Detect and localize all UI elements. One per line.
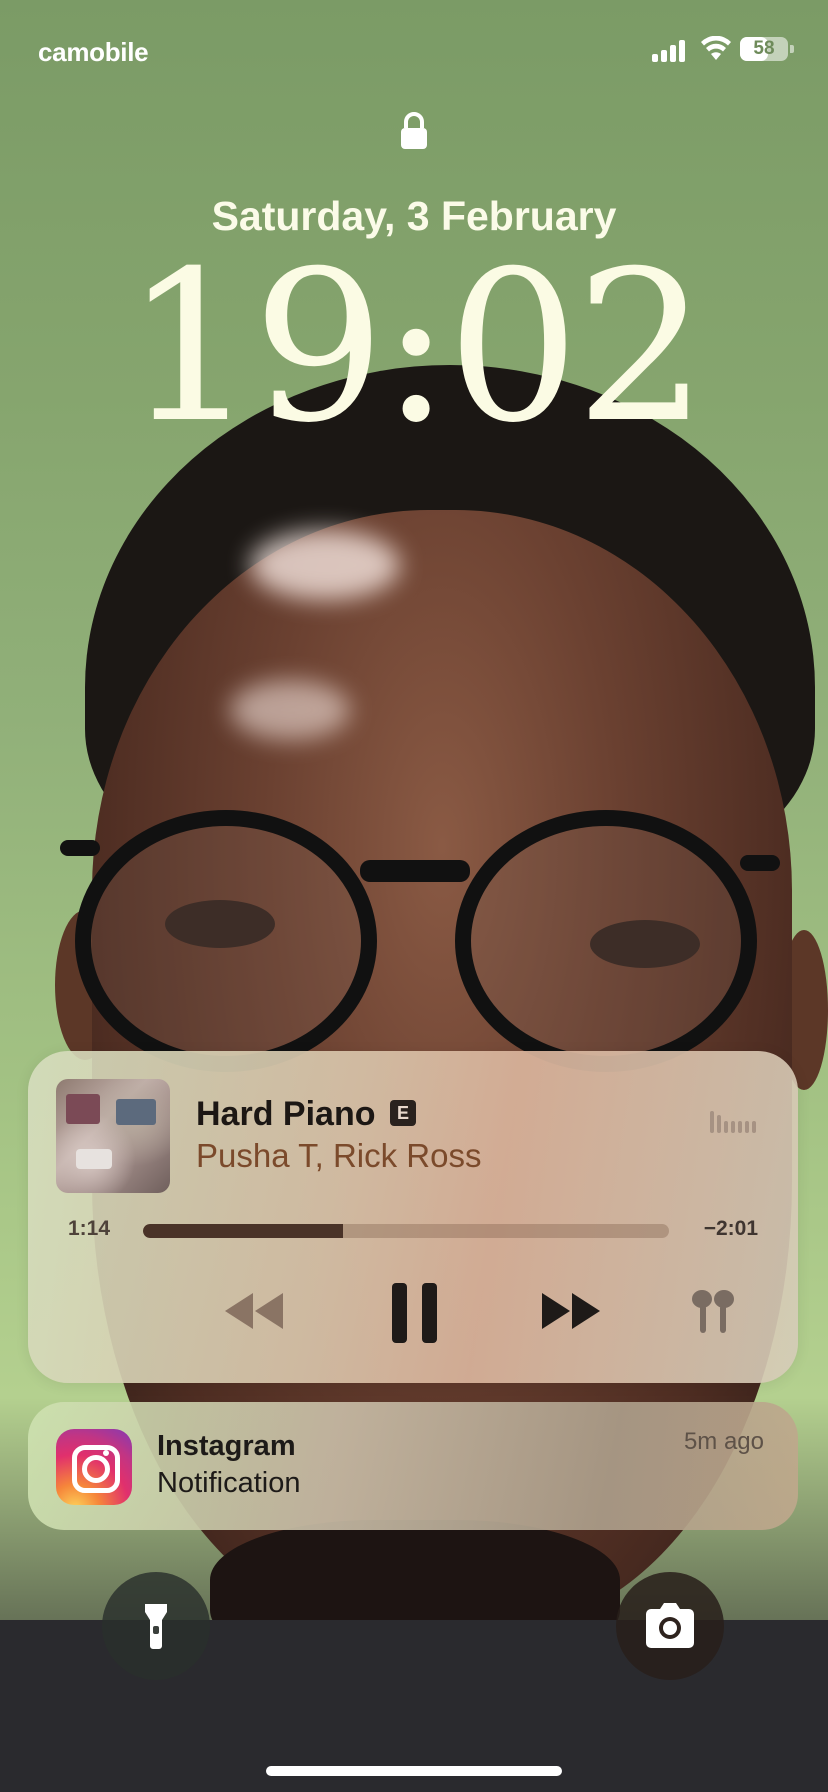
lock-screen-clock: 19:02 xyxy=(124,227,707,469)
notification-app-name: Instagram xyxy=(157,1430,296,1462)
camera-icon xyxy=(646,1603,694,1648)
fast-forward-icon[interactable] xyxy=(538,1291,604,1331)
notification-body: Notification xyxy=(157,1467,301,1499)
wallpaper-glasses-bridge xyxy=(360,860,470,882)
wallpaper-highlight xyxy=(250,530,400,600)
elapsed-time: 1:14 xyxy=(68,1217,111,1240)
remaining-time: −2:01 xyxy=(703,1217,758,1240)
wifi-icon xyxy=(701,36,731,60)
playback-progress xyxy=(143,1224,343,1238)
cellular-signal-icon xyxy=(652,38,690,62)
flashlight-button[interactable] xyxy=(102,1572,210,1680)
lock-icon xyxy=(401,112,427,149)
battery-percent: 58 xyxy=(753,38,775,59)
explicit-badge: E xyxy=(390,1100,416,1126)
instagram-notification[interactable]: Instagram Notification 5m ago xyxy=(28,1402,798,1530)
camera-button[interactable] xyxy=(616,1572,724,1680)
carrier-name: camobile xyxy=(38,37,149,67)
airpods-icon[interactable] xyxy=(690,1287,736,1337)
pause-icon[interactable] xyxy=(390,1282,440,1344)
wallpaper-highlight xyxy=(230,680,350,740)
album-artwork[interactable] xyxy=(56,1079,170,1193)
rewind-icon[interactable] xyxy=(221,1291,287,1331)
wallpaper-glasses-lens xyxy=(75,810,377,1072)
song-title: Hard Piano xyxy=(196,1095,376,1133)
audio-waveform-icon xyxy=(710,1111,756,1135)
home-indicator[interactable] xyxy=(266,1766,562,1776)
now-playing-widget[interactable]: Hard Piano E Pusha T, Rick Ross 1:14 −2:… xyxy=(28,1051,798,1383)
song-artist: Pusha T, Rick Ross xyxy=(196,1137,482,1174)
notification-timestamp: 5m ago xyxy=(683,1428,764,1455)
instagram-app-icon xyxy=(56,1429,132,1505)
wallpaper-glasses-temple xyxy=(60,840,100,856)
wallpaper-glasses-lens xyxy=(455,810,757,1072)
status-bar: camobile 58 xyxy=(0,0,828,100)
flashlight-icon xyxy=(145,1604,167,1649)
wallpaper-glasses-temple xyxy=(740,855,780,871)
battery-indicator: 58 xyxy=(740,37,794,61)
playback-scrubber[interactable] xyxy=(143,1224,669,1238)
